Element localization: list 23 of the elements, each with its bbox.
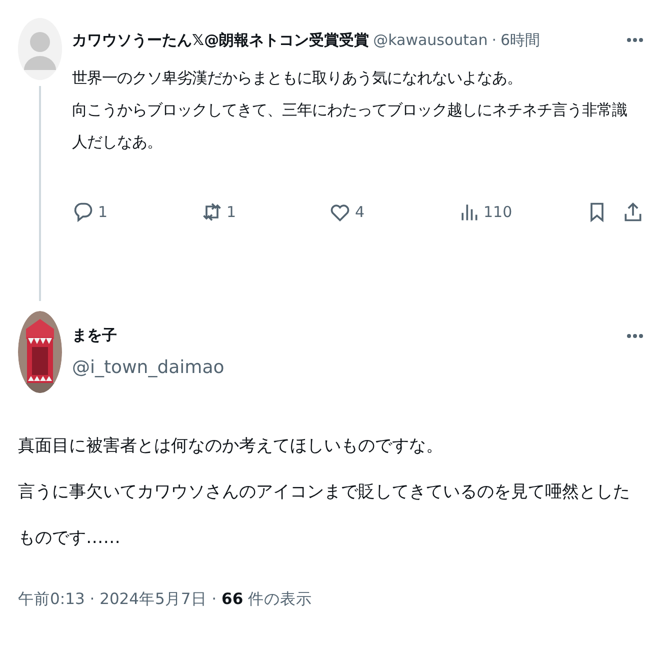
post-time[interactable]: 6時間 (500, 30, 540, 50)
author-name[interactable]: まを子 (72, 326, 117, 345)
post-text-line: 人だしなあ。 (72, 132, 163, 153)
share-icon (622, 200, 644, 224)
post-text-line: 向こうからブロックしてきて、三年にわたってブロック越しにネチネチ言う非常識 (72, 100, 628, 121)
reply-button[interactable]: 1 (72, 200, 200, 224)
views-button[interactable]: 110 (458, 200, 586, 224)
author-name[interactable]: カワウソうーたん𝕏@朗報ネトコン受賞受賞 (72, 30, 370, 50)
post-text-line: 世界一のクソ卑劣漢だからまともに取りあう気になれないよなあ。 (72, 68, 523, 89)
author-handle[interactable]: @i_town_daimao (72, 357, 644, 378)
more-icon[interactable] (626, 37, 644, 43)
post-meta: 午前0:13 · 2024年5月7日 · 66 件の表示 (18, 589, 314, 610)
post-text-line: ものです…… (18, 527, 122, 550)
share-button[interactable] (622, 200, 644, 224)
repost-icon (200, 200, 222, 224)
post-text-line: 真面目に被害者とは何なのか考えてほしいものですな。 (18, 435, 444, 458)
repost-button[interactable]: 1 (200, 200, 329, 224)
more-icon[interactable] (626, 332, 644, 338)
like-button[interactable]: 4 (329, 200, 458, 224)
speech-bubble-icon (72, 200, 94, 224)
separator-dot: · (492, 31, 497, 49)
author-handle[interactable]: @kawausoutan (373, 31, 488, 49)
post-text-line: 言うに事欠いてカワウソさんのアイコンまで貶してきているのを見て唖然とした (18, 481, 631, 504)
